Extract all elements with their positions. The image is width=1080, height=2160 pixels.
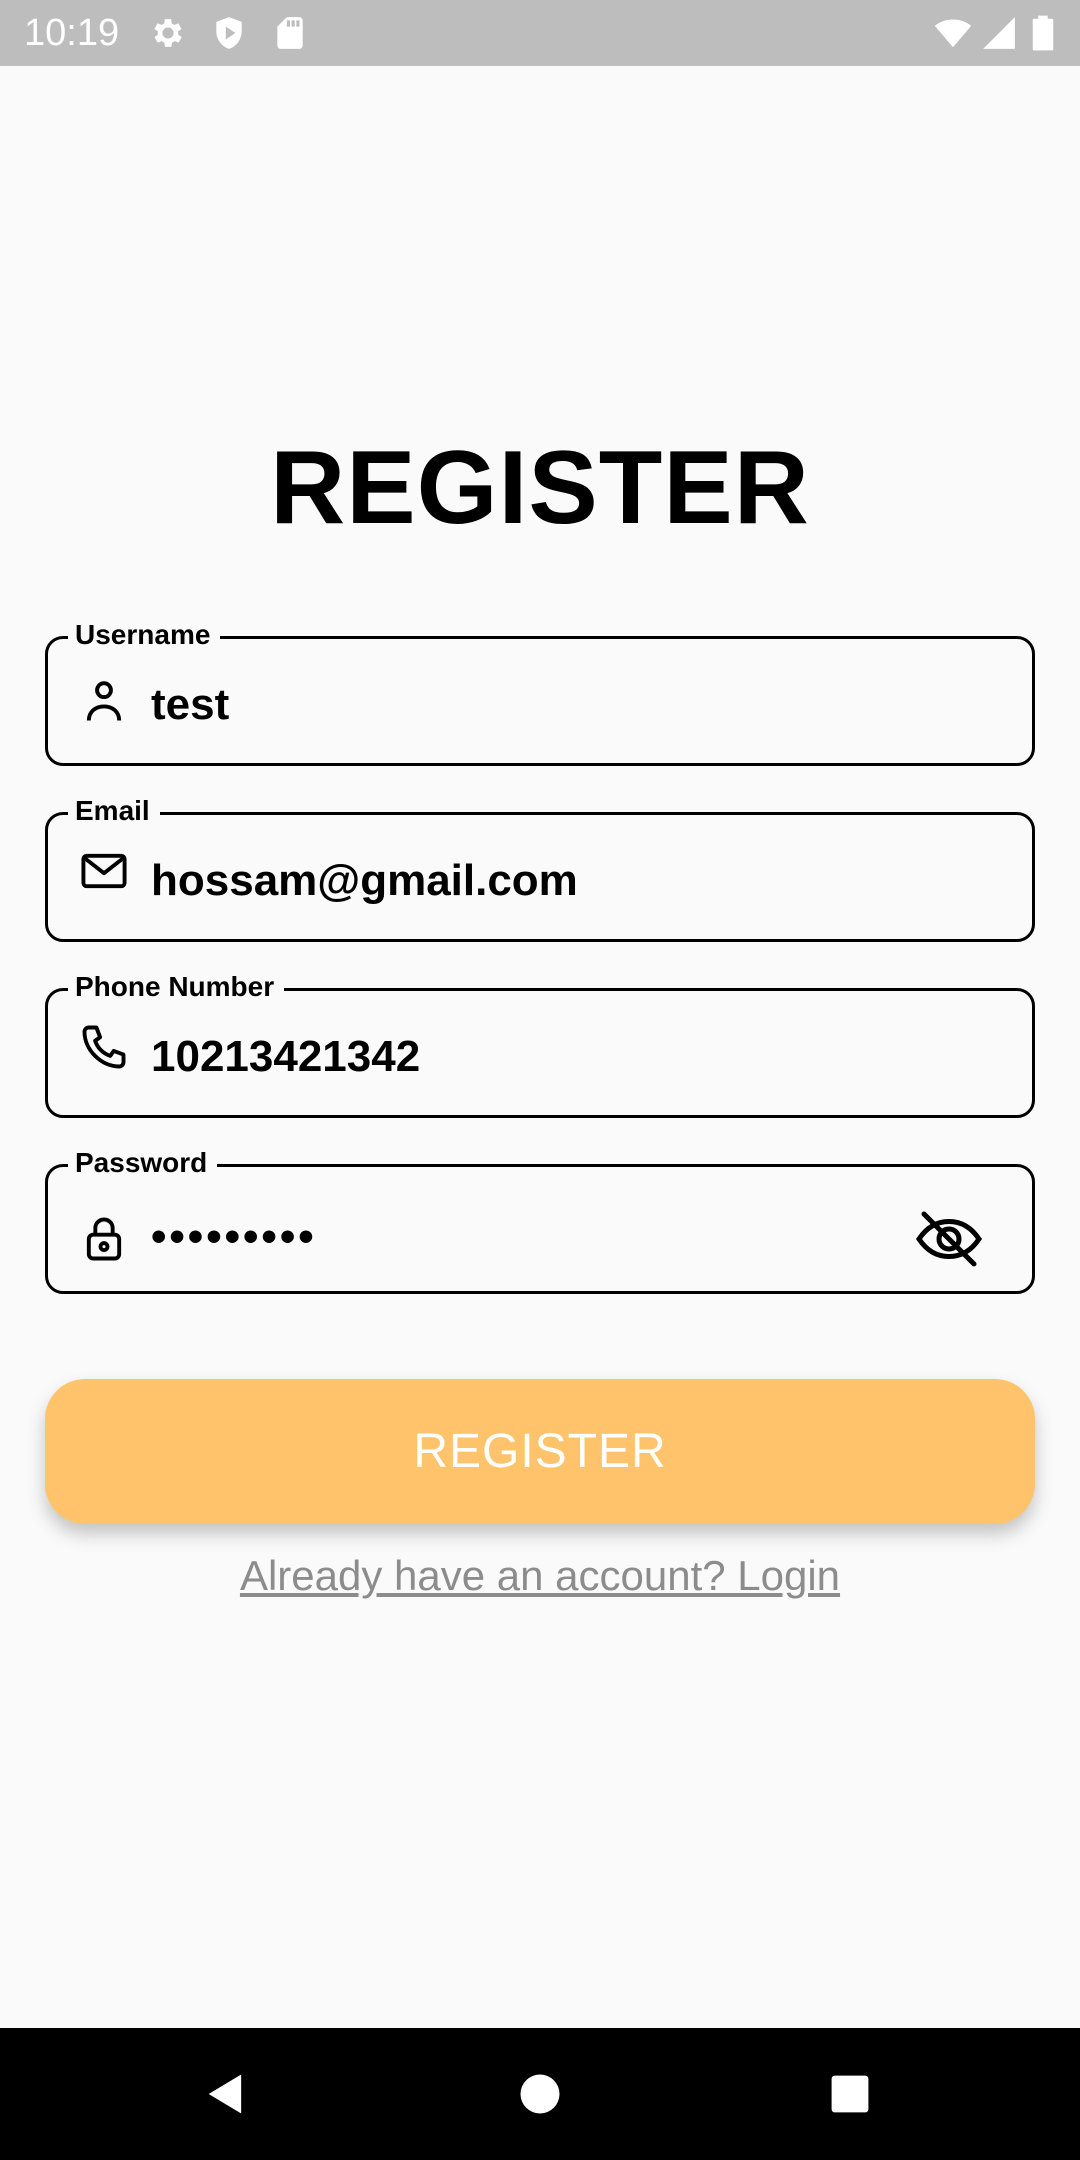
back-icon[interactable] <box>200 2068 252 2120</box>
phone-label: Phone Number <box>68 969 285 1005</box>
phone-icon <box>78 1021 130 1073</box>
username-label: Username <box>68 617 221 653</box>
wifi-icon <box>934 14 972 52</box>
password-input[interactable]: ••••••••• <box>151 1209 911 1265</box>
login-link[interactable]: Already have an account? Login <box>0 1548 1080 1604</box>
register-screen: 10:19 REGISTER Username Email <box>0 0 1080 2160</box>
phone-field[interactable]: Phone Number <box>45 969 1035 1118</box>
battery-icon <box>1030 14 1056 52</box>
gear-icon <box>149 14 187 52</box>
person-icon <box>78 675 130 727</box>
sd-card-icon <box>271 14 309 52</box>
password-field[interactable]: Password ••••••••• <box>45 1145 1035 1294</box>
navigation-bar <box>0 2028 1080 2160</box>
envelope-icon <box>78 845 130 897</box>
phone-input[interactable] <box>151 1029 911 1085</box>
status-time: 10:19 <box>24 12 120 54</box>
register-button[interactable]: REGISTER <box>45 1379 1035 1524</box>
shield-play-icon <box>210 14 248 52</box>
home-icon[interactable] <box>514 2068 566 2120</box>
eye-off-icon[interactable] <box>914 1209 984 1269</box>
email-input[interactable] <box>151 853 911 909</box>
recents-icon[interactable] <box>824 2068 876 2120</box>
page-title: REGISTER <box>270 430 810 546</box>
signal-icon <box>980 14 1018 52</box>
email-label: Email <box>68 793 160 829</box>
lock-icon <box>78 1213 130 1265</box>
username-field[interactable]: Username <box>45 617 1035 766</box>
username-input[interactable] <box>151 677 911 733</box>
password-label: Password <box>68 1145 218 1181</box>
email-field[interactable]: Email <box>45 793 1035 942</box>
status-bar: 10:19 <box>0 0 1080 66</box>
